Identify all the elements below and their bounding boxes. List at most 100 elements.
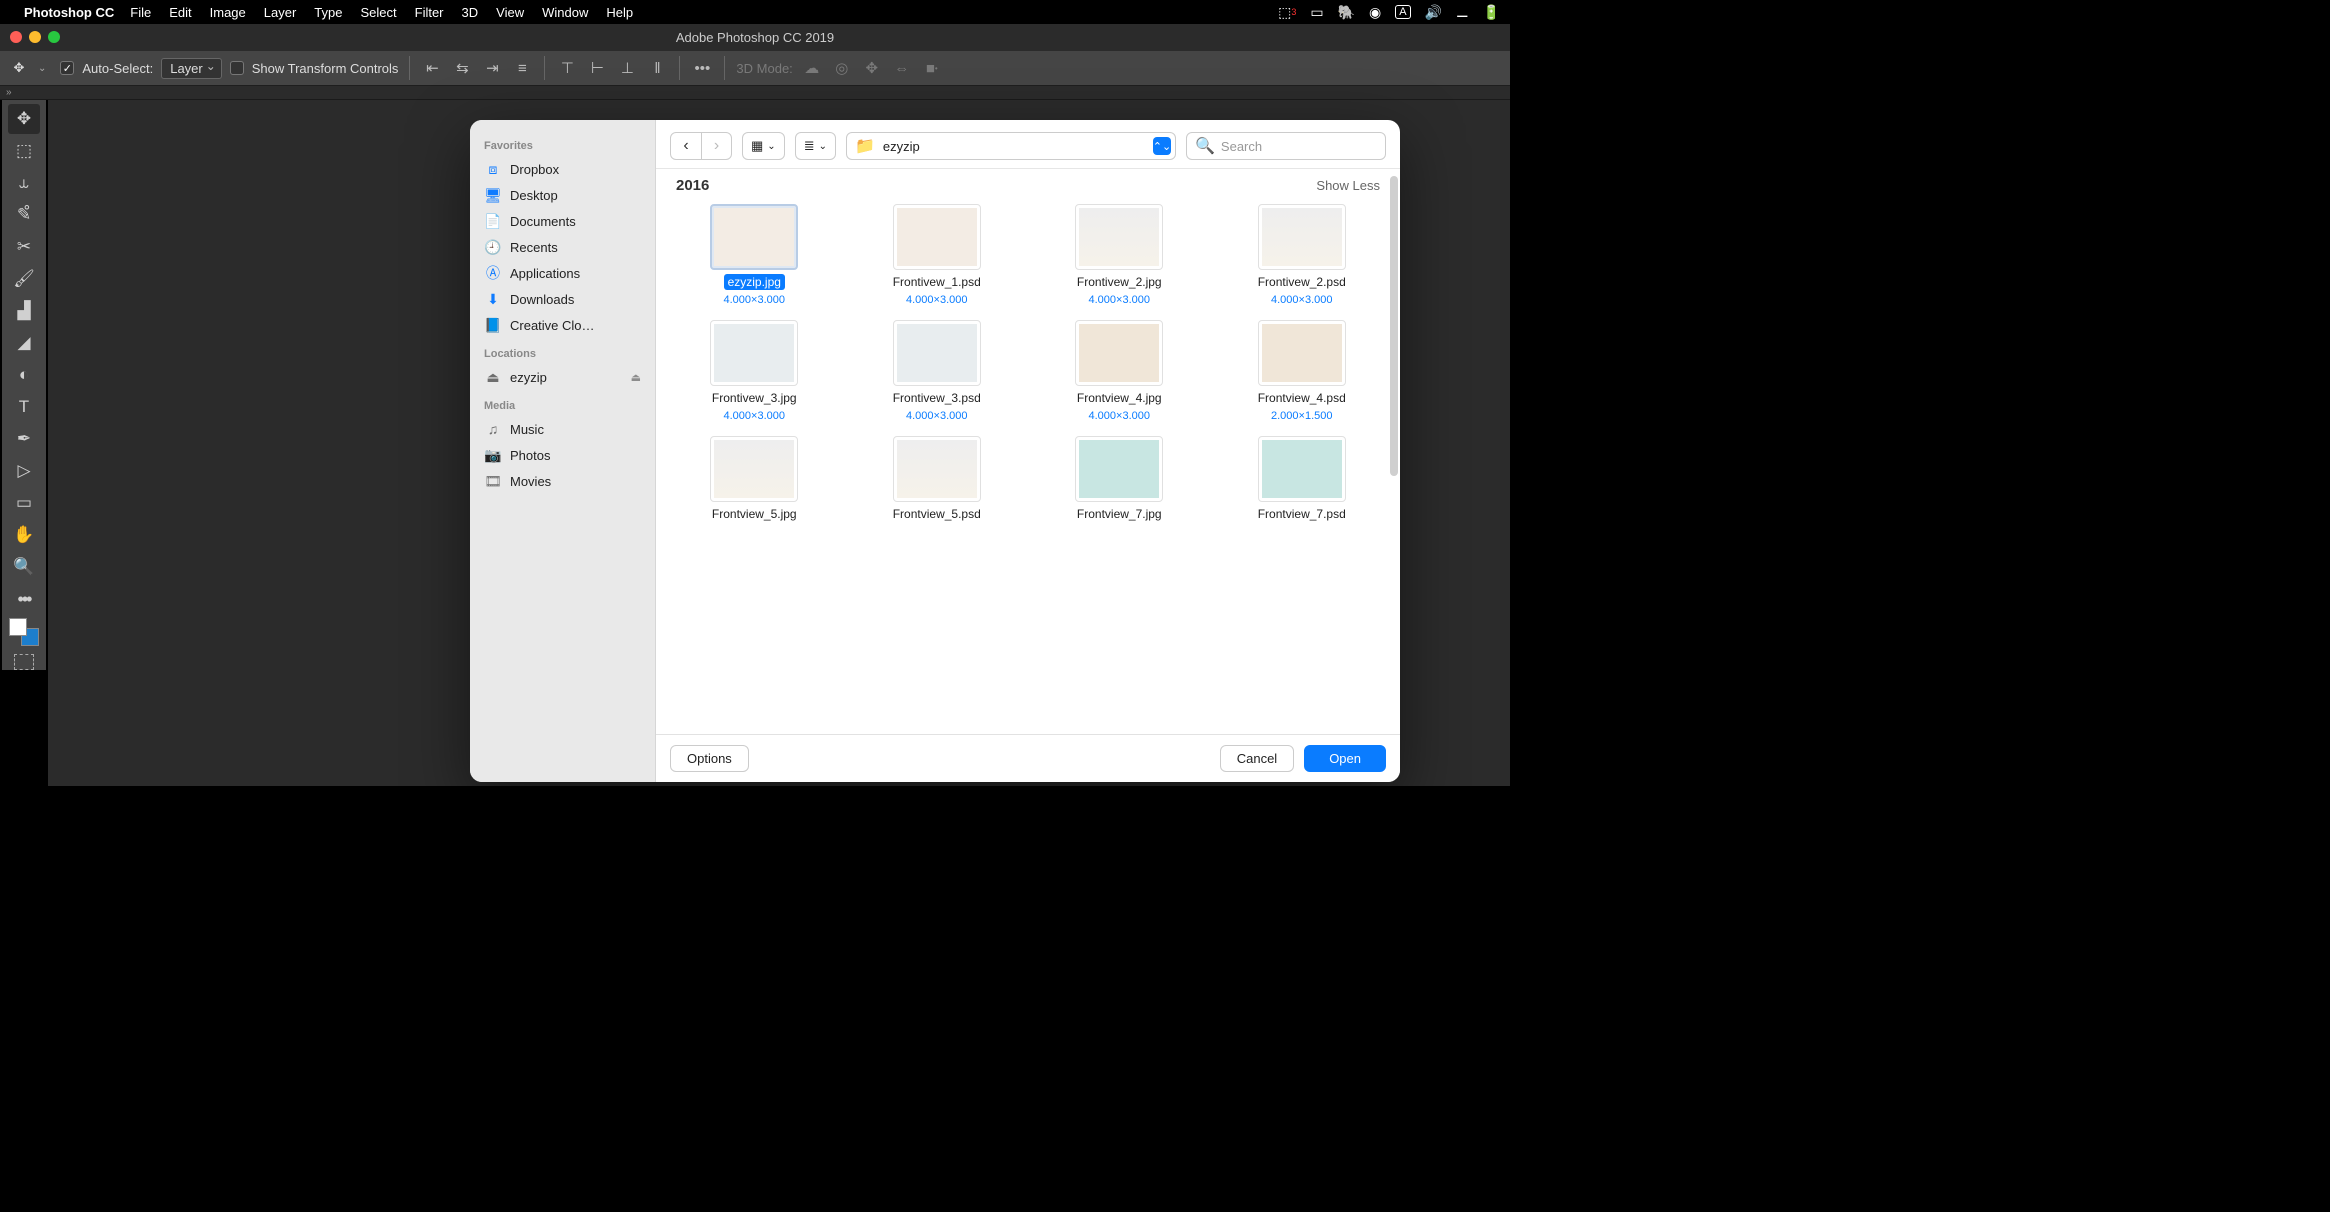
menu-file[interactable]: File — [130, 5, 151, 20]
zoom-tool-icon[interactable]: 🔍 — [8, 552, 40, 582]
sidebar-item[interactable]: ⧈Dropbox — [470, 156, 655, 182]
sidebar-item[interactable]: ⒶApplications — [470, 260, 655, 286]
path-select-tool-icon[interactable]: ▷ — [8, 456, 40, 486]
sidebar-item[interactable]: 📷Photos — [470, 442, 655, 468]
file-item[interactable]: ezyzip.jpg4.000×3.000 — [668, 204, 841, 306]
lasso-tool-icon[interactable]: ⥿ — [8, 168, 40, 198]
tool-preset-chevron-icon[interactable]: ⌄ — [38, 63, 46, 74]
menu-edit[interactable]: Edit — [169, 5, 191, 20]
file-item[interactable]: Frontivew_2.jpg4.000×3.000 — [1033, 204, 1206, 306]
menu-layer[interactable]: Layer — [264, 5, 297, 20]
auto-select-checkbox[interactable] — [60, 61, 74, 75]
search-box[interactable]: 🔍 — [1186, 132, 1386, 160]
menu-image[interactable]: Image — [210, 5, 246, 20]
stamp-tool-icon[interactable]: ▟ — [8, 296, 40, 326]
gradient-tool-icon[interactable]: ◐ — [8, 360, 40, 390]
bluetooth-icon[interactable]: ⚊ — [1456, 4, 1469, 21]
sidebar-head-locations: Locations — [470, 344, 655, 364]
align-center-h-icon[interactable]: ⇆ — [451, 57, 473, 79]
menu-type[interactable]: Type — [314, 5, 342, 20]
sidebar-item[interactable]: 📘Creative Clo… — [470, 312, 655, 338]
sidebar-item[interactable]: ♫Music — [470, 416, 655, 442]
sidecar-icon[interactable]: ▭ — [1310, 4, 1323, 21]
3d-mode-label: 3D Mode: — [736, 61, 792, 76]
file-item[interactable]: Frontview_4.jpg4.000×3.000 — [1033, 320, 1206, 422]
distribute-bottom-icon[interactable]: ⊥ — [616, 57, 638, 79]
view-mode-dropdown[interactable]: ▦⌄ — [742, 132, 785, 160]
folder-path-dropdown[interactable]: 📁 ezyzip ⌃⌄ — [846, 132, 1176, 160]
eraser-tool-icon[interactable]: ◢ — [8, 328, 40, 358]
search-input[interactable] — [1221, 139, 1397, 154]
distribute-top-icon[interactable]: ⊤ — [556, 57, 578, 79]
file-item[interactable]: Frontview_7.jpg — [1033, 436, 1206, 522]
options-button[interactable]: Options — [670, 745, 749, 772]
grouping-dropdown[interactable]: ≣⌄ — [795, 132, 836, 160]
fg-color-swatch[interactable] — [9, 618, 27, 636]
dialog-sidebar: Favorites ⧈Dropbox🖥Desktop📄Documents🕘Rec… — [470, 120, 656, 782]
rectangle-tool-icon[interactable]: ▭ — [8, 488, 40, 518]
scrollbar[interactable] — [1390, 176, 1398, 476]
evernote-icon[interactable]: 🐘 — [1338, 4, 1355, 21]
text-input-icon[interactable]: A — [1395, 5, 1410, 19]
edit-toolbar-icon[interactable]: ••• — [8, 584, 40, 614]
move-tool-icon[interactable]: ✥ — [8, 57, 30, 79]
sidebar-item[interactable]: 🕘Recents — [470, 234, 655, 260]
type-tool-icon[interactable]: T — [8, 392, 40, 422]
window-titlebar: Adobe Photoshop CC 2019 — [0, 24, 1510, 50]
pen-tool-icon[interactable]: ✒ — [8, 424, 40, 454]
file-item[interactable]: Frontview_5.psd — [851, 436, 1024, 522]
dropbox-status-icon[interactable]: ⬚3 — [1278, 4, 1296, 21]
crop-tool-icon[interactable]: ✂ — [8, 232, 40, 262]
menu-view[interactable]: View — [496, 5, 524, 20]
file-item[interactable]: Frontivew_1.psd4.000×3.000 — [851, 204, 1024, 306]
file-item[interactable]: Frontivew_3.psd4.000×3.000 — [851, 320, 1024, 422]
auto-select-mode-dropdown[interactable]: Layer — [161, 58, 222, 79]
distribute-vcenter-icon[interactable]: ⊢ — [586, 57, 608, 79]
move-tool-icon[interactable]: ✥ — [8, 104, 40, 134]
close-window-button[interactable] — [10, 31, 22, 43]
minimize-window-button[interactable] — [29, 31, 41, 43]
file-item[interactable]: Frontivew_3.jpg4.000×3.000 — [668, 320, 841, 422]
sidebar-item[interactable]: 🖥Desktop — [470, 182, 655, 208]
3d-pan-icon: ✥ — [861, 57, 883, 79]
file-item[interactable]: Frontview_5.jpg — [668, 436, 841, 522]
quick-select-tool-icon[interactable]: ✎̊ — [8, 200, 40, 230]
align-center-v-icon[interactable]: ≡ — [511, 57, 533, 79]
menu-window[interactable]: Window — [542, 5, 588, 20]
menu-3d[interactable]: 3D — [462, 5, 479, 20]
open-button[interactable]: Open — [1304, 745, 1386, 772]
spotlight-icon[interactable]: ◉ — [1369, 4, 1381, 21]
forward-button[interactable]: › — [701, 133, 731, 159]
show-less-button[interactable]: Show Less — [1316, 178, 1380, 193]
back-button[interactable]: ‹ — [671, 133, 701, 159]
marquee-tool-icon[interactable]: ⬚ — [8, 136, 40, 166]
show-transform-checkbox[interactable] — [230, 61, 244, 75]
volume-icon[interactable]: 🔊 — [1425, 4, 1442, 21]
options-bar: ✥ ⌄ Auto-Select: Layer Show Transform Co… — [0, 50, 1510, 86]
align-left-icon[interactable]: ⇤ — [421, 57, 443, 79]
sidebar-item[interactable]: 🎞Movies — [470, 468, 655, 494]
sidebar-item[interactable]: ⬇Downloads — [470, 286, 655, 312]
sidebar-item[interactable]: 📄Documents — [470, 208, 655, 234]
hand-tool-icon[interactable]: ✋ — [8, 520, 40, 550]
brush-tool-icon[interactable]: 🖌 — [8, 264, 40, 294]
battery-icon[interactable]: 🔋 — [1483, 4, 1500, 21]
expand-tabs-icon[interactable]: » — [6, 87, 12, 98]
color-swatches[interactable] — [9, 618, 39, 646]
file-item[interactable]: Frontivew_2.psd4.000×3.000 — [1216, 204, 1389, 306]
sidebar-item[interactable]: ⏏ezyzip⏏ — [470, 364, 655, 390]
menu-filter[interactable]: Filter — [415, 5, 444, 20]
maximize-window-button[interactable] — [48, 31, 60, 43]
quick-mask-icon[interactable] — [14, 654, 34, 670]
align-right-icon[interactable]: ⇥ — [481, 57, 503, 79]
app-name[interactable]: Photoshop CC — [24, 5, 114, 20]
file-item[interactable]: Frontview_7.psd — [1216, 436, 1389, 522]
more-options-icon[interactable]: ••• — [691, 57, 713, 79]
menu-help[interactable]: Help — [606, 5, 633, 20]
section-title: 2016 — [676, 177, 709, 194]
menu-select[interactable]: Select — [360, 5, 396, 20]
file-item[interactable]: Frontview_4.psd2.000×1.500 — [1216, 320, 1389, 422]
distribute-hcenter-icon[interactable]: ‖ — [646, 57, 668, 79]
cancel-button[interactable]: Cancel — [1220, 745, 1294, 772]
eject-icon[interactable]: ⏏ — [631, 371, 641, 384]
